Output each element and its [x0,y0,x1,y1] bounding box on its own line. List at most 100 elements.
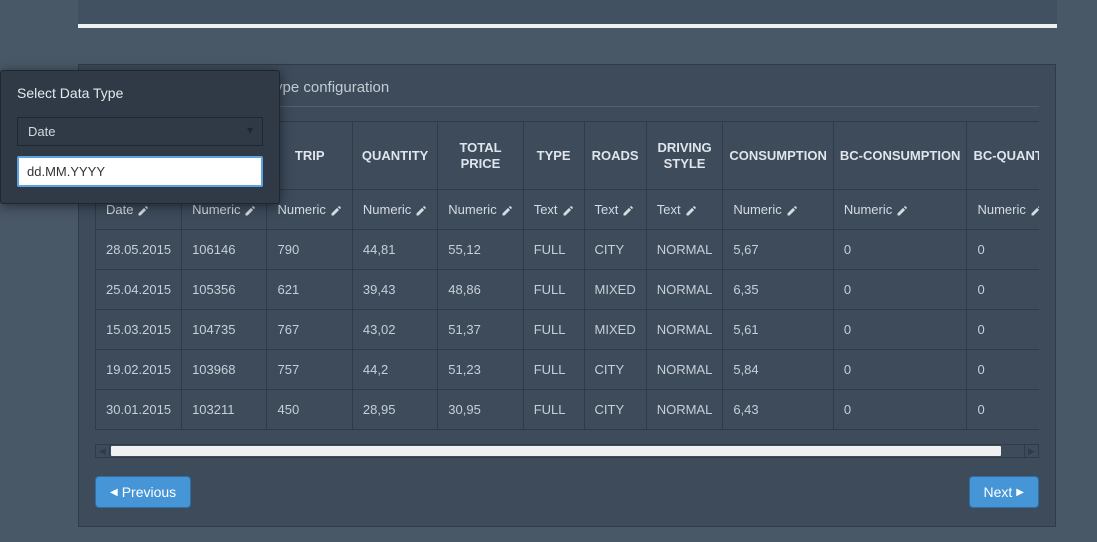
previous-button[interactable]: ◀ Previous [95,476,191,508]
next-button-label: Next [984,484,1013,500]
column-header-bc_quantity: BC-QUANTITY [967,122,1039,190]
cell-quantity: 43,02 [352,310,437,350]
type-cell-total_price[interactable]: Numeric [438,190,523,230]
scrollbar-arrow-right-icon[interactable]: ▶ [1024,445,1038,457]
cell-total_price: 30,95 [438,390,523,430]
cell-consumption: 6,43 [723,390,834,430]
cell-consumption: 6,35 [723,270,834,310]
pencil-icon[interactable] [1030,205,1039,217]
pencil-icon[interactable] [896,205,908,217]
cell-driving_style: NORMAL [646,270,723,310]
cell-bc_consumption: 0 [833,230,967,270]
cell-type: FULL [523,310,584,350]
cell-bc_consumption: 0 [833,350,967,390]
scrollbar-thumb[interactable] [111,446,1001,456]
cell-date: 25.04.2015 [96,270,182,310]
cell-roads: CITY [584,350,646,390]
cell-consumption: 5,67 [723,230,834,270]
column-header-bc_consumption: BC-CONSUMPTION [833,122,967,190]
pencil-icon[interactable] [562,205,574,217]
cell-trip: 757 [267,350,352,390]
cell-roads: MIXED [584,310,646,350]
cell-odometer: 104735 [182,310,267,350]
cell-type: FULL [523,270,584,310]
pencil-icon[interactable] [786,205,798,217]
date-format-input[interactable] [17,156,263,187]
pencil-icon[interactable] [330,205,342,217]
cell-odometer: 105356 [182,270,267,310]
type-cell-roads[interactable]: Text [584,190,646,230]
cell-date: 19.02.2015 [96,350,182,390]
cell-total_price: 51,23 [438,350,523,390]
cell-odometer: 103211 [182,390,267,430]
cell-date: 15.03.2015 [96,310,182,350]
cell-trip: 450 [267,390,352,430]
cell-bc_quantity: 0 [967,230,1039,270]
cell-bc_quantity: 0 [967,310,1039,350]
type-cell-driving_style[interactable]: Text [646,190,723,230]
cell-consumption: 5,61 [723,310,834,350]
cell-consumption: 5,84 [723,350,834,390]
column-header-type: TYPE [523,122,584,190]
chevron-left-icon: ◀ [110,487,118,498]
table-row: 19.02.201510396875744,251,23FULLCITYNORM… [96,350,1039,390]
cell-quantity: 39,43 [352,270,437,310]
data-type-select[interactable]: Date [17,117,263,146]
cell-driving_style: NORMAL [646,390,723,430]
cell-bc_quantity: 0 [967,270,1039,310]
cell-total_price: 55,12 [438,230,523,270]
cell-total_price: 51,37 [438,310,523,350]
type-cell-bc_consumption[interactable]: Numeric [833,190,967,230]
previous-button-label: Previous [122,484,176,500]
scrollbar-arrow-left-icon[interactable]: ◀ [96,445,110,457]
table-row: 28.05.201510614679044,8155,12FULLCITYNOR… [96,230,1039,270]
pencil-icon[interactable] [415,205,427,217]
popup-title: Select Data Type [17,85,263,101]
type-cell-consumption[interactable]: Numeric [723,190,834,230]
table-row: 15.03.201510473576743,0251,37FULLMIXEDNO… [96,310,1039,350]
cell-roads: MIXED [584,270,646,310]
cell-odometer: 106146 [182,230,267,270]
pencil-icon[interactable] [622,205,634,217]
cell-type: FULL [523,390,584,430]
cell-date: 28.05.2015 [96,230,182,270]
column-header-consumption: CONSUMPTION [723,122,834,190]
cell-roads: CITY [584,230,646,270]
type-cell-type[interactable]: Text [523,190,584,230]
table-row: 30.01.201510321145028,9530,95FULLCITYNOR… [96,390,1039,430]
cell-quantity: 44,2 [352,350,437,390]
column-header-roads: ROADS [584,122,646,190]
select-data-type-popup: Select Data Type Date [0,70,280,204]
cell-type: FULL [523,350,584,390]
next-button[interactable]: Next ▶ [969,476,1040,508]
chevron-right-icon: ▶ [1016,487,1024,498]
pencil-icon[interactable] [501,205,513,217]
column-header-driving_style: DRIVINGSTYLE [646,122,723,190]
table-row: 25.04.201510535662139,4348,86FULLMIXEDNO… [96,270,1039,310]
cell-trip: 790 [267,230,352,270]
cell-bc_quantity: 0 [967,350,1039,390]
horizontal-scrollbar[interactable]: ◀ ▶ [95,444,1039,458]
column-header-quantity: QUANTITY [352,122,437,190]
pencil-icon[interactable] [685,205,697,217]
cell-driving_style: NORMAL [646,310,723,350]
cell-bc_consumption: 0 [833,270,967,310]
type-cell-bc_quantity[interactable]: Numeric [967,190,1039,230]
cell-date: 30.01.2015 [96,390,182,430]
cell-roads: CITY [584,390,646,430]
data-type-select-wrap: Date [17,117,263,156]
wizard-nav: ◀ Previous Next ▶ [95,476,1039,508]
pencil-icon[interactable] [137,205,149,217]
wizard-step-strip [78,0,1057,28]
cell-driving_style: NORMAL [646,230,723,270]
cell-bc_consumption: 0 [833,390,967,430]
cell-driving_style: NORMAL [646,350,723,390]
type-cell-quantity[interactable]: Numeric [352,190,437,230]
cell-trip: 621 [267,270,352,310]
cell-bc_quantity: 0 [967,390,1039,430]
column-header-total_price: TOTALPRICE [438,122,523,190]
cell-total_price: 48,86 [438,270,523,310]
cell-bc_consumption: 0 [833,310,967,350]
pencil-icon[interactable] [244,205,256,217]
cell-type: FULL [523,230,584,270]
